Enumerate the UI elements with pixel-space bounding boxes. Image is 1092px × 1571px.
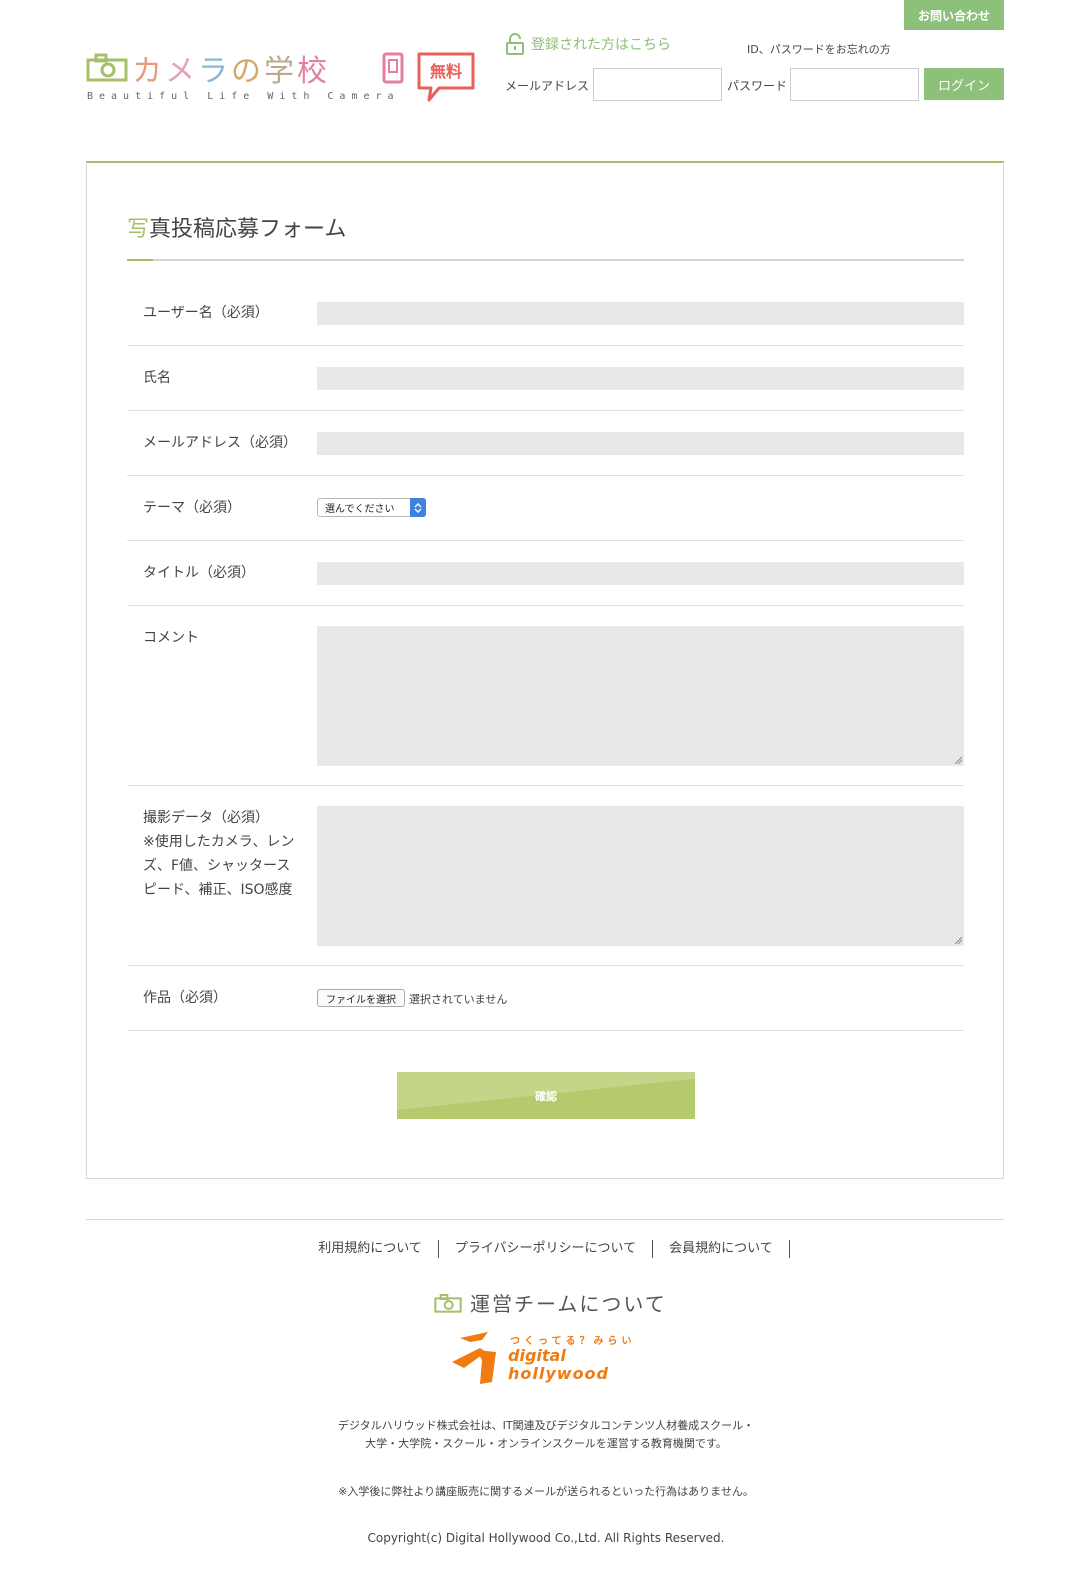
form-row-username: ユーザー名（必須） [127, 281, 964, 346]
confirm-button[interactable]: 確認 [397, 1072, 695, 1119]
dh-name-line2: hollywood [508, 1364, 609, 1383]
form-row-theme: テーマ（必須） 選んでください [127, 476, 964, 541]
login-email-label: メールアドレス [505, 79, 590, 93]
camera-icon [434, 1293, 462, 1313]
shooting-data-label: 撮影データ（必須） ※使用したカメラ、レン ズ、F値、シャッタース ピード、補正… [143, 810, 295, 898]
email-label: メールアドレス（必須） [143, 435, 297, 451]
team-heading: 運営チームについて [434, 1288, 667, 1317]
resize-grip-icon[interactable] [954, 936, 962, 944]
resize-grip-icon[interactable] [954, 756, 962, 764]
updown-arrow-icon [410, 498, 426, 517]
form-row-shooting-data: 撮影データ（必須） ※使用したカメラ、レン ズ、F値、シャッタース ピード、補正… [127, 786, 964, 966]
login-email-input[interactable] [593, 68, 722, 101]
forgot-password-link[interactable]: ID、パスワードをお忘れの方 [747, 41, 891, 57]
theme-label: テーマ（必須） [143, 500, 241, 516]
login-button[interactable]: ログイン [924, 68, 1004, 100]
form-row-title: タイトル（必須） [127, 541, 964, 606]
theme-select-value: 選んでください [325, 504, 395, 515]
unlock-icon [506, 33, 524, 55]
title-label: タイトル（必須） [143, 565, 255, 581]
privacy-policy-link[interactable]: プライバシーポリシーについて [439, 1240, 654, 1258]
login-password-input[interactable] [790, 68, 919, 101]
name-label: 氏名 [143, 370, 171, 386]
copyright: Copyright(c) Digital Hollywood Co.,Ltd. … [367, 1531, 725, 1545]
registered-link-label: 登録された方はこちら [531, 37, 671, 53]
title-input[interactable] [317, 562, 964, 585]
contact-button[interactable]: お問い合わせ [904, 0, 1004, 30]
dh-name-line1: digital [508, 1346, 566, 1365]
work-label: 作品（必須） [143, 990, 227, 1006]
login-password-label: パスワード [727, 79, 788, 93]
member-terms-link[interactable]: 会員規約について [653, 1240, 790, 1258]
camera-icon [86, 53, 128, 82]
form-row-name: 氏名 [127, 346, 964, 411]
footer-links: 利用規約について プライバシーポリシーについて 会員規約について [0, 1240, 1092, 1258]
username-label: ユーザー名（必須） [143, 305, 269, 321]
form-row-email: メールアドレス（必須） [127, 411, 964, 476]
terms-link[interactable]: 利用規約について [302, 1240, 439, 1258]
free-badge-label: 無料 [429, 62, 462, 81]
comment-label: コメント [143, 630, 199, 646]
smartphone-icon [382, 52, 404, 84]
theme-select[interactable]: 選んでください [317, 498, 426, 517]
dh-tagline: つくってる？みらい [510, 1336, 636, 1347]
shooting-data-textarea[interactable] [317, 806, 964, 946]
confirm-label: 確認 [535, 1089, 557, 1103]
footer-divider [86, 1219, 1004, 1220]
email-notice: ※入学後に弊社より講座販売に関するメールが送られるといった行為はありません。 [338, 1485, 754, 1498]
page-title: 写真投稿応募フォーム [127, 217, 347, 242]
title-divider [127, 259, 964, 261]
logo-subtitle: Beautiful Life With Camera [87, 91, 400, 102]
username-input[interactable] [317, 302, 964, 325]
email-input[interactable] [317, 432, 964, 455]
photo-submission-panel: 写真投稿応募フォーム ユーザー名（必須） 氏名 メールアドレス（必須） テーマ（… [86, 161, 1004, 1179]
company-description: デジタルハリウッド株式会社は、IT関連及びデジタルコンテンツ人材養成スクール・ … [337, 1419, 755, 1450]
name-input[interactable] [317, 367, 964, 390]
choose-file-button[interactable]: ファイルを選択 [317, 989, 405, 1007]
comment-textarea[interactable] [317, 626, 964, 766]
file-status: 選択されていません [409, 993, 508, 1006]
form-row-comment: コメント [127, 606, 964, 786]
logo-title: カメラの学校 [132, 54, 330, 89]
team-title: 運営チームについて [470, 1292, 667, 1316]
registered-login-link[interactable]: 登録された方はこちら [505, 33, 671, 55]
form-row-work-file: 作品（必須） ファイルを選択 選択されていません [127, 966, 964, 1031]
